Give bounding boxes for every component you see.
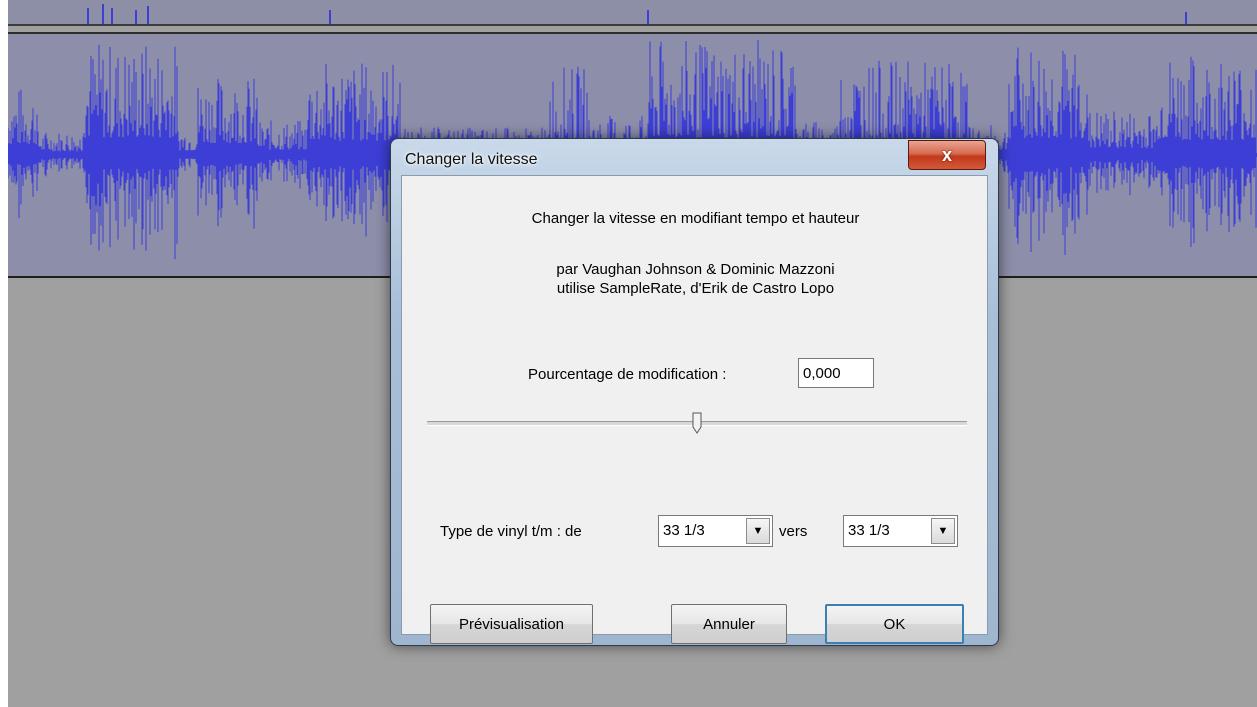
change-speed-dialog: Changer la vitesse x Changer la vitesse …: [390, 138, 999, 646]
to-rpm-value: 33 1/3: [848, 522, 890, 539]
vinyl-type-label: Type de vinyl t/m : de: [440, 523, 582, 540]
dialog-title: Changer la vitesse: [405, 151, 538, 168]
preview-button[interactable]: Prévisualisation: [430, 604, 593, 644]
to-rpm-select[interactable]: 33 1/3 ▼: [843, 515, 958, 547]
close-button[interactable]: x: [908, 140, 986, 170]
from-rpm-value: 33 1/3: [663, 522, 705, 539]
close-icon: x: [941, 144, 952, 165]
dialog-heading: Changer la vitesse en modifiant tempo et…: [531, 210, 860, 227]
dialog-body: Changer la vitesse en modifiant tempo et…: [401, 175, 988, 644]
upper-track-strip: [8, 0, 1257, 24]
cancel-button[interactable]: Annuler: [671, 604, 787, 644]
upper-waveform: [87, 4, 1187, 24]
credits-line-2: utilise SampleRate, d'Erik de Castro Lop…: [556, 280, 835, 297]
from-rpm-select[interactable]: 33 1/3 ▼: [658, 515, 773, 547]
chevron-down-icon[interactable]: ▼: [931, 518, 955, 544]
chevron-down-icon[interactable]: ▼: [746, 518, 770, 544]
percent-slider-thumb[interactable]: [692, 412, 702, 434]
percent-label: Pourcentage de modification :: [528, 366, 727, 383]
ok-button[interactable]: OK: [825, 604, 964, 644]
track-separator: [8, 24, 1257, 26]
percent-input[interactable]: [798, 358, 874, 388]
to-label: vers: [779, 523, 808, 540]
credits-line-1: par Vaughan Johnson & Dominic Mazzoni: [556, 261, 835, 278]
